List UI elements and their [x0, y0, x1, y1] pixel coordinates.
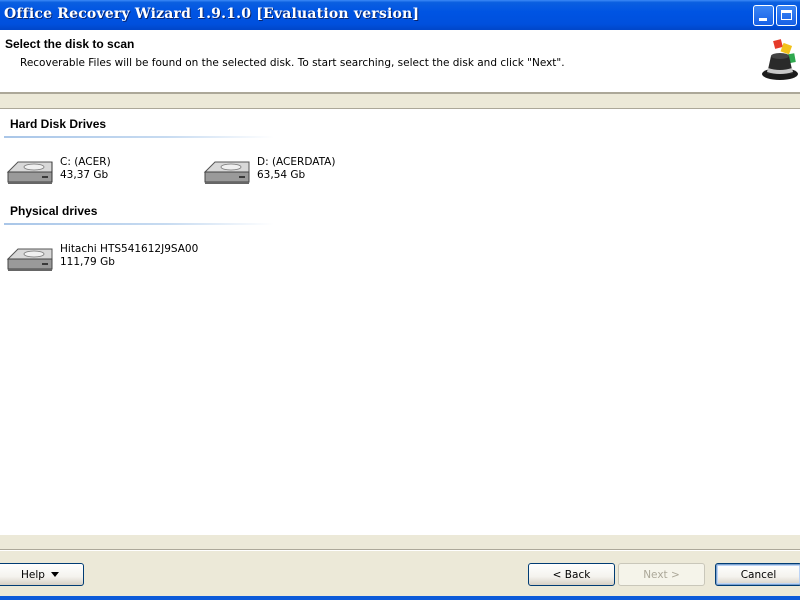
hard-drive-icon	[6, 161, 53, 184]
page-description: Recoverable Files will be found on the s…	[20, 57, 565, 69]
cancel-button[interactable]: Cancel	[715, 563, 800, 586]
title-bar[interactable]: Office Recovery Wizard 1.9.1.0 [Evaluati…	[0, 0, 800, 30]
group-divider	[4, 223, 274, 225]
next-button[interactable]: Next >	[618, 563, 705, 586]
header-band	[0, 94, 800, 109]
page-title: Select the disk to scan	[5, 37, 135, 51]
cancel-button-label: Cancel	[740, 568, 777, 581]
disk-list: Hard Disk Drives C: (ACER) 43,37 Gb D: (…	[0, 109, 800, 535]
drive-item-d[interactable]: D: (ACERDATA) 63,54 Gb	[203, 156, 383, 190]
drive-item-hitachi[interactable]: Hitachi HTS541612J9SA00 111,79 Gb	[6, 243, 198, 277]
drive-name: D: (ACERDATA)	[257, 156, 336, 168]
wizard-footer: Help < Back Next > Cancel	[0, 535, 800, 600]
magic-hat-icon	[760, 34, 800, 86]
back-button-label: < Back	[552, 568, 591, 581]
drive-size: 63,54 Gb	[257, 169, 306, 181]
window-title: Office Recovery Wizard 1.9.1.0 [Evaluati…	[4, 6, 420, 22]
drive-item-c[interactable]: C: (ACER) 43,37 Gb	[6, 156, 186, 190]
minimize-button[interactable]	[753, 5, 774, 26]
window-bottom-border	[0, 596, 800, 600]
group-title-hard-disks: Hard Disk Drives	[10, 117, 107, 131]
minimize-icon	[759, 18, 767, 21]
drive-size: 43,37 Gb	[60, 169, 109, 181]
chevron-down-icon	[50, 572, 59, 577]
help-button[interactable]: Help	[0, 563, 84, 586]
footer-separator	[0, 549, 800, 551]
maximize-icon	[781, 10, 792, 20]
drive-size: 111,79 Gb	[60, 256, 115, 268]
drive-name: C: (ACER)	[60, 156, 111, 168]
hard-drive-icon	[203, 161, 250, 184]
hard-drive-icon	[6, 248, 53, 271]
next-button-label: Next >	[643, 568, 680, 581]
wizard-header: Select the disk to scan Recoverable File…	[0, 30, 800, 92]
group-divider	[4, 136, 274, 138]
maximize-button[interactable]	[776, 5, 797, 26]
help-button-label: Help	[21, 568, 45, 581]
back-button[interactable]: < Back	[528, 563, 615, 586]
group-title-physical-drives: Physical drives	[10, 204, 98, 218]
drive-name: Hitachi HTS541612J9SA00	[60, 243, 199, 255]
